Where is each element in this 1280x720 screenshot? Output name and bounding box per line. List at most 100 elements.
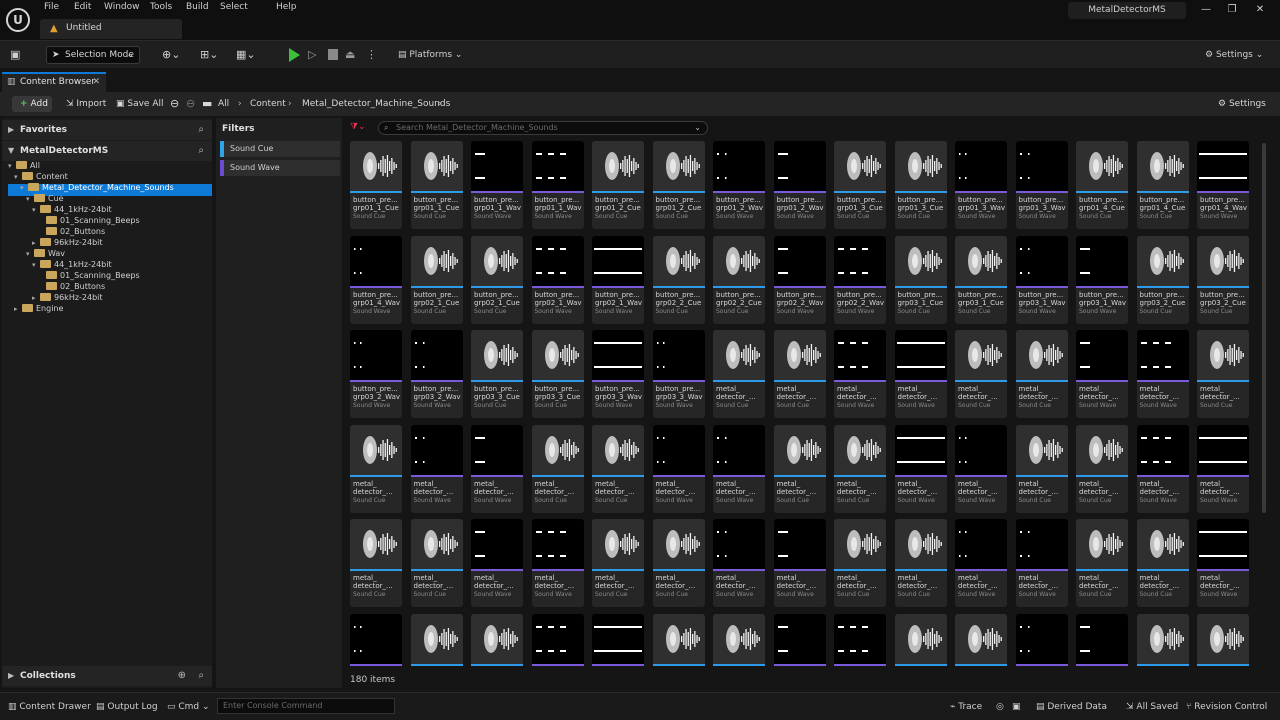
asset-tile[interactable]: metal_ detector_... Sound Wave bbox=[713, 424, 765, 513]
asset-tile[interactable]: button_pre... grp01_2_Cue Sound Cue bbox=[652, 141, 705, 229]
forward-icon[interactable]: ⊖ bbox=[186, 96, 195, 112]
all-saved-button[interactable]: ⇲ All Saved bbox=[1126, 700, 1178, 714]
tree-folder[interactable]: ▾ All bbox=[8, 160, 40, 171]
save-icon[interactable]: ▣ bbox=[10, 46, 20, 64]
asset-tile[interactable]: metal_ detector_... Sound Wave bbox=[894, 424, 947, 513]
asset-tile[interactable]: metal_ detector_... Sound Cue bbox=[773, 424, 826, 513]
asset-tile[interactable]: Sound Wave bbox=[531, 613, 584, 666]
content-browser-tab[interactable]: ▥ Content Browser ✕ bbox=[2, 72, 106, 92]
close-tab-icon[interactable]: ✕ bbox=[92, 74, 100, 91]
save-all-button[interactable]: ▣ Save All bbox=[116, 96, 164, 112]
menu-edit[interactable]: Edit bbox=[74, 2, 91, 12]
selection-mode-dropdown[interactable]: ➤ Selection Mode ⌄ bbox=[46, 46, 140, 64]
asset-tile[interactable]: metal_ detector_... Sound Cue bbox=[592, 519, 644, 607]
asset-tile[interactable]: metal_ detector_... Sound Cue bbox=[592, 424, 644, 513]
add-actor-icon[interactable]: ⊕⌄ bbox=[162, 46, 180, 64]
content-drawer-button[interactable]: ▥ Content Drawer bbox=[8, 700, 91, 714]
asset-tile[interactable]: metal_ detector_... Sound Cue bbox=[410, 519, 463, 607]
asset-tile[interactable]: metal_ detector_... Sound Wave bbox=[471, 424, 523, 513]
tree-folder[interactable]: ▸ 96kHz-24bit bbox=[32, 292, 103, 303]
document-tab-untitled[interactable]: ▲ Untitled bbox=[40, 19, 182, 39]
asset-tile[interactable]: button_pre... grp01_3_Cue Sound Cue bbox=[834, 141, 886, 229]
tree-folder[interactable]: ▸ 96kHz-24bit bbox=[32, 237, 103, 248]
menu-tools[interactable]: Tools bbox=[150, 2, 172, 12]
asset-tile[interactable]: button_pre... grp03_3_Cue Sound Cue bbox=[531, 330, 584, 418]
menu-window[interactable]: Window bbox=[104, 2, 140, 12]
platforms-button[interactable]: ▤ Platforms ⌄ bbox=[398, 46, 462, 64]
asset-tile[interactable]: metal_ detector_... Sound Cue bbox=[1136, 519, 1189, 607]
asset-tile[interactable]: metal_ detector_... Sound Wave bbox=[652, 424, 705, 513]
asset-tile[interactable]: Sound Wave bbox=[350, 613, 402, 666]
asset-tile[interactable]: Sound Cue bbox=[410, 613, 463, 666]
asset-tile[interactable]: button_pre... grp01_4_Cue Sound Cue bbox=[1136, 141, 1189, 229]
asset-tile[interactable]: button_pre... grp02_1_Wav Sound Wave bbox=[592, 235, 644, 324]
asset-tile[interactable]: button_pre... grp02_2_Cue Sound Cue bbox=[713, 235, 765, 324]
import-button[interactable]: ⇲ Import bbox=[66, 96, 106, 112]
asset-tile[interactable]: metal_ detector_... Sound Wave bbox=[471, 519, 523, 607]
tree-folder[interactable]: 01_Scanning_Beeps bbox=[38, 215, 140, 226]
asset-tile[interactable]: metal_ detector_... Sound Cue bbox=[834, 519, 886, 607]
cmd-dropdown[interactable]: ▭ Cmd ⌄ bbox=[167, 700, 210, 714]
trace-button[interactable]: ⌁ Trace bbox=[950, 700, 982, 714]
asset-tile[interactable]: button_pre... grp03_2_Cue Sound Cue bbox=[1136, 235, 1189, 324]
asset-tile[interactable]: metal_ detector_... Sound Cue bbox=[1076, 519, 1128, 607]
asset-tile[interactable]: metal_ detector_... Sound Cue bbox=[773, 330, 826, 418]
asset-tile[interactable]: metal_ detector_... Sound Cue bbox=[834, 424, 886, 513]
add-collection-icon[interactable]: ⊕ bbox=[178, 666, 186, 686]
maximize-button[interactable]: ❐ bbox=[1222, 4, 1242, 18]
unreal-logo-icon[interactable]: U bbox=[6, 8, 30, 32]
asset-scrollbar[interactable] bbox=[1262, 143, 1266, 513]
favorites-header[interactable]: ▶ Favorites ⌕ bbox=[2, 120, 212, 140]
record-icon[interactable]: ◎ bbox=[996, 700, 1004, 714]
asset-tile[interactable]: button_pre... grp03_1_Cue Sound Cue bbox=[894, 235, 947, 324]
breadcrumb-metal-detector-machine-sounds[interactable]: Metal_Detector_Machine_Sounds bbox=[302, 96, 450, 112]
tree-folder[interactable]: ▾ Metal_Detector_Machine_Sounds bbox=[20, 182, 174, 193]
asset-tile[interactable]: metal_ detector_... Sound Cue bbox=[955, 330, 1007, 418]
folder-icon[interactable]: ▬ bbox=[202, 96, 212, 112]
filter-sound-wave[interactable]: Sound Wave bbox=[220, 160, 340, 176]
search-icon[interactable]: ⌕ bbox=[198, 120, 204, 140]
asset-tile[interactable]: button_pre... grp03_3_Wav Sound Wave bbox=[652, 330, 705, 418]
asset-tile[interactable]: metal_ detector_... Sound Wave bbox=[834, 330, 886, 418]
asset-tile[interactable]: metal_ detector_... Sound Wave bbox=[894, 330, 947, 418]
asset-tile[interactable]: metal_ detector_... Sound Cue bbox=[894, 519, 947, 607]
asset-tile[interactable]: button_pre... grp01_2_Wav Sound Wave bbox=[773, 141, 826, 229]
asset-tile[interactable]: metal_ detector_... Sound Cue bbox=[652, 519, 705, 607]
asset-tile[interactable]: Sound Cue bbox=[471, 613, 523, 666]
asset-tile[interactable]: button_pre... grp02_2_Cue Sound Cue bbox=[652, 235, 705, 324]
asset-tile[interactable]: Sound Wave bbox=[773, 613, 826, 666]
tree-folder[interactable]: 01_Scanning_Beeps bbox=[38, 270, 140, 281]
asset-tile[interactable]: button_pre... grp02_2_Wav Sound Wave bbox=[834, 235, 886, 324]
output-log-button[interactable]: ▤ Output Log bbox=[96, 700, 158, 714]
asset-tile[interactable]: button_pre... grp01_1_Wav Sound Wave bbox=[531, 141, 584, 229]
asset-tile[interactable]: Sound Cue bbox=[713, 613, 765, 666]
stop-icon[interactable] bbox=[328, 49, 338, 60]
asset-tile[interactable]: metal_ detector_... Sound Wave bbox=[713, 519, 765, 607]
asset-tile[interactable]: button_pre... grp03_1_Wav Sound Wave bbox=[1015, 235, 1068, 324]
asset-tile[interactable]: button_pre... grp03_2_Cue Sound Cue bbox=[1197, 235, 1249, 324]
close-window-button[interactable]: ✕ bbox=[1250, 4, 1270, 18]
tree-toggle-icon[interactable]: ▸ bbox=[14, 304, 22, 315]
asset-tile[interactable]: Sound Wave bbox=[592, 613, 644, 666]
asset-tile[interactable]: button_pre... grp01_2_Cue Sound Cue bbox=[592, 141, 644, 229]
asset-tile[interactable]: Sound Cue bbox=[1197, 613, 1249, 666]
asset-tile[interactable]: Sound Cue bbox=[652, 613, 705, 666]
menu-file[interactable]: File bbox=[44, 2, 59, 12]
menu-build[interactable]: Build bbox=[186, 2, 209, 12]
asset-tile[interactable]: button_pre... grp01_3_Wav Sound Wave bbox=[1015, 141, 1068, 229]
tree-folder[interactable]: ▾ Wav bbox=[26, 248, 65, 259]
asset-tile[interactable]: button_pre... grp01_3_Cue Sound Cue bbox=[894, 141, 947, 229]
asset-tile[interactable]: button_pre... grp01_4_Wav Sound Wave bbox=[1197, 141, 1249, 229]
breadcrumb-content[interactable]: Content bbox=[250, 96, 286, 112]
tree-folder[interactable]: 02_Buttons bbox=[38, 226, 105, 237]
back-icon[interactable]: ⊖ bbox=[170, 96, 179, 112]
asset-tile[interactable]: button_pre... grp01_2_Wav Sound Wave bbox=[713, 141, 765, 229]
asset-tile[interactable]: button_pre... grp02_1_Cue Sound Cue bbox=[410, 235, 463, 324]
settings-button[interactable]: ⚙ Settings ⌄ bbox=[1205, 46, 1263, 64]
asset-tile[interactable]: button_pre... grp02_2_Wav Sound Wave bbox=[773, 235, 826, 324]
asset-tile[interactable]: metal_ detector_... Sound Wave bbox=[1136, 330, 1189, 418]
tree-folder[interactable]: ▾ Cue bbox=[26, 193, 64, 204]
asset-tile[interactable]: button_pre... grp01_1_Cue Sound Cue bbox=[410, 141, 463, 229]
asset-tile[interactable]: metal_ detector_... Sound Wave bbox=[410, 424, 463, 513]
cb-settings-button[interactable]: ⚙ Settings bbox=[1218, 96, 1266, 112]
